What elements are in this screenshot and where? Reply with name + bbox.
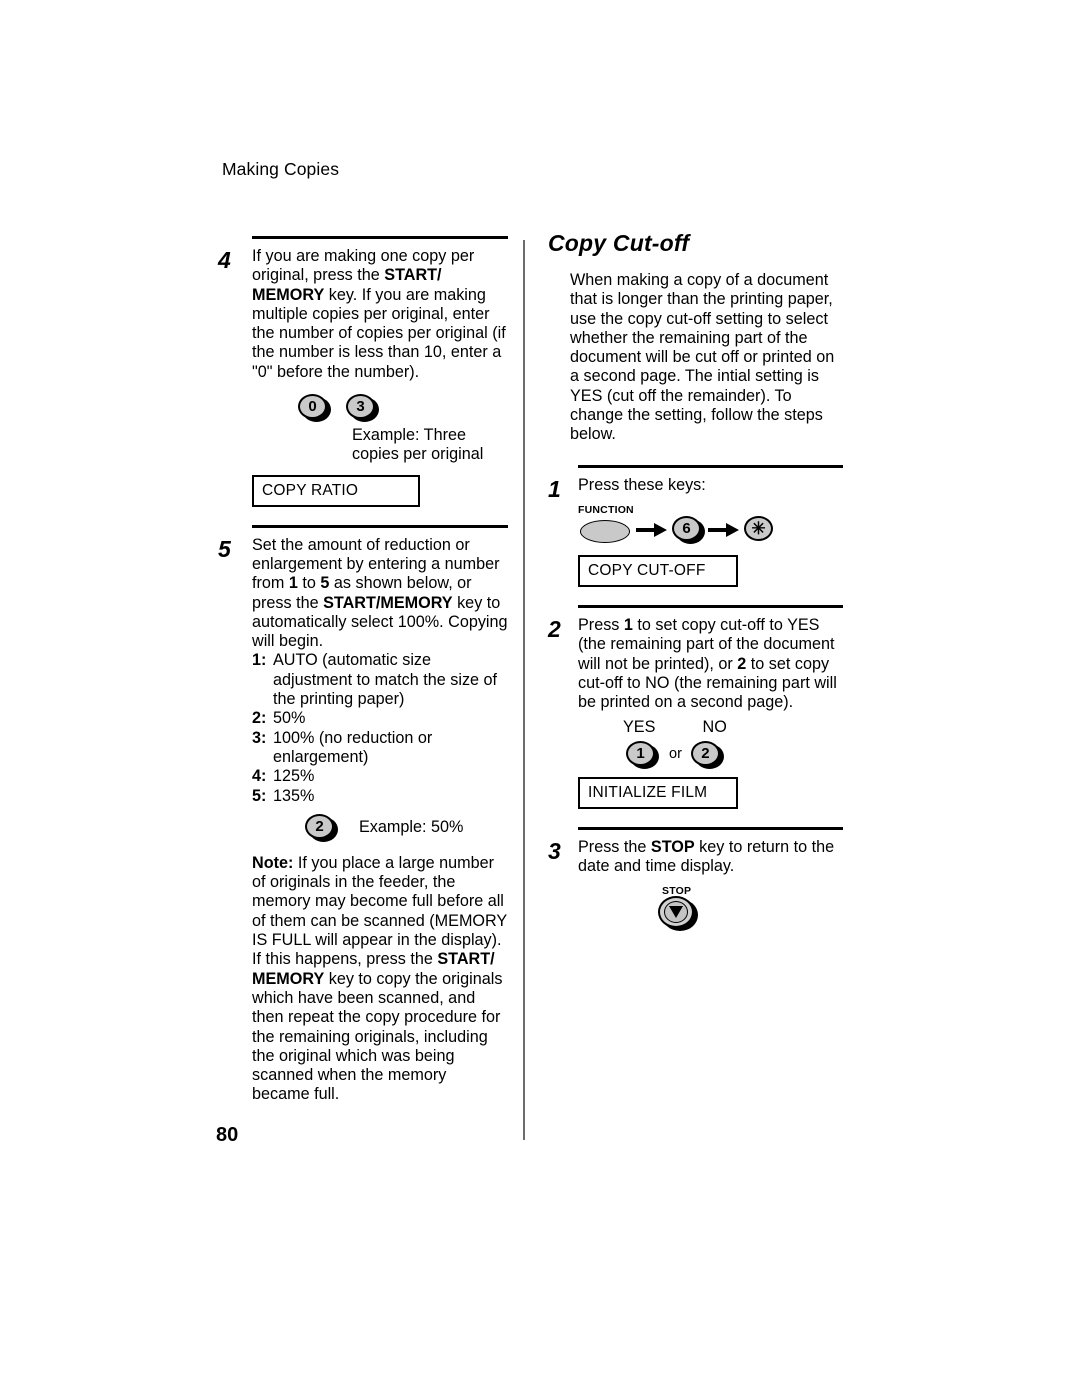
ratio-option-4-label: 4: (252, 767, 267, 786)
or-label: or (669, 746, 682, 763)
step5-rule (252, 524, 508, 528)
step-5-text: Set the amount of reduction or enlargeme… (252, 536, 508, 652)
step-5-example-row: 2 Example: 50% (305, 813, 508, 842)
step2-rule (578, 604, 843, 608)
arrow-right-icon-2 (706, 522, 744, 538)
ratio-option-1-text: AUTO (automatic size adjustment to match… (273, 651, 498, 709)
stop-triangle-icon (669, 906, 683, 919)
step-1-text: Press these keys: (578, 475, 706, 494)
step-2: 2 Press 1 to set copy cut-off to YES (th… (548, 616, 843, 809)
page-number: 80 (216, 1124, 239, 1146)
ratio-option-5: 5: 135% (252, 787, 508, 806)
function-key-oval (580, 519, 630, 543)
key-3[interactable]: 3 (346, 394, 380, 423)
no-label: NO (702, 718, 727, 737)
step-5-example-caption: Example: 50% (359, 818, 464, 837)
ratio-option-3: 3: 100% (no reduction or enlargement) (252, 729, 508, 768)
step-3-text-part1: Press the (578, 837, 651, 856)
step-2-body: Press 1 to set copy cut-off to YES (the … (578, 616, 843, 809)
yes-no-key-row: 1 or 2 (626, 740, 843, 769)
step-4-number: 4 (218, 247, 231, 273)
step-2-bold-2: 2 (737, 654, 747, 673)
key-0-label: 0 (298, 394, 327, 420)
step1-rule (578, 464, 843, 468)
ratio-option-4: 4: 125% (252, 767, 508, 786)
left-column: 4 If you are making one copy per origina… (218, 236, 508, 1105)
key-2-no[interactable]: 2 (690, 740, 725, 769)
step-3-body: Press the STOP key to return to the date… (578, 838, 843, 933)
step-4-example-line1: Example: Three (352, 426, 466, 445)
step-5: 5 Set the amount of reduction or enlarge… (218, 536, 508, 1105)
step-2-text-part1: Press (578, 615, 624, 634)
ratio-option-5-text: 135% (273, 786, 315, 805)
stop-key[interactable]: STOP (656, 882, 704, 932)
function-key-label: FUNCTION (578, 503, 634, 516)
step-1-number: 1 (548, 475, 561, 502)
ratio-option-1: 1: AUTO (automatic size adjustment to mat… (252, 651, 508, 709)
step-4: 4 If you are making one copy per origina… (218, 247, 508, 507)
step-4-text: If you are making one copy per original,… (252, 247, 508, 382)
key-6-label: 6 (672, 515, 701, 541)
ratio-option-2: 2: 50% (252, 709, 508, 728)
key-2-example-label: 2 (305, 813, 334, 839)
ratio-option-1-label: 1: (252, 651, 267, 670)
step-3-text: Press the STOP key to return to the date… (578, 838, 843, 877)
yes-label: YES (623, 718, 656, 737)
step-3: 3 Press the STOP key to return to the da… (548, 838, 843, 933)
key-3-label: 3 (346, 394, 375, 420)
key-1-yes[interactable]: 1 (626, 740, 660, 769)
step-5-note: Note: If you place a large number of ori… (252, 854, 508, 1105)
step-4-example-caption: Example: Three copies per original (352, 426, 508, 465)
step-3-number: 3 (548, 837, 561, 864)
ratio-option-2-text: 50% (273, 709, 306, 728)
yes-no-labels: YES NO (623, 718, 843, 737)
function-key[interactable]: FUNCTION (578, 504, 634, 545)
step-2-bold-1: 1 (623, 615, 633, 634)
step-3-bold-stop: STOP (650, 837, 695, 856)
arrow-right-icon-1 (634, 522, 672, 538)
step-5-bold-start-memory: START/MEMORY (323, 593, 453, 612)
step-5-body: Set the amount of reduction or enlargeme… (252, 536, 508, 1105)
ratio-option-2-label: 2: (252, 709, 267, 728)
section-intro-text: When making a copy of a document that is… (570, 271, 835, 444)
step-1-body: Press these keys: FUNCTION 6 ✳ COPY CUT-… (578, 476, 843, 587)
asterisk-icon: ✳ (744, 515, 773, 541)
step-4-key-graphics: 0 3 (298, 394, 508, 423)
key-2-no-label: 2 (690, 740, 720, 766)
step4-rule (252, 236, 508, 239)
right-column: Copy Cut-off When making a copy of a doc… (548, 230, 843, 932)
step-4-example-line2: copies per original (352, 445, 484, 464)
ratio-option-3-text: 100% (no reduction or enlargement) (273, 728, 433, 766)
ratio-option-3-label: 3: (252, 728, 267, 747)
key-1-yes-label: 1 (626, 740, 655, 766)
key-2-example[interactable]: 2 (305, 813, 339, 842)
step-2-number: 2 (548, 615, 561, 642)
lcd-display-copy-ratio: COPY RATIO (252, 474, 420, 507)
step-5-number: 5 (218, 535, 231, 562)
note-part2: key to copy the originals which have bee… (252, 969, 503, 1104)
step-2-text: Press 1 to set copy cut-off to YES (the … (578, 616, 843, 712)
column-divider (523, 240, 525, 1140)
lcd-display-initialize-film: INITIALIZE FILM (578, 776, 738, 809)
lcd-display-copy-cut-off: COPY CUT-OFF (578, 554, 738, 587)
section-title: Copy Cut-off (548, 230, 690, 256)
manual-page: Making Copies 4 If you are making one co… (0, 0, 1080, 1397)
key-6[interactable]: 6 (672, 515, 706, 544)
step-4-body: If you are making one copy per original,… (252, 247, 508, 507)
step-1-key-sequence: FUNCTION 6 ✳ (578, 504, 843, 545)
step-5-text-mid1: to (297, 574, 321, 593)
step3-rule (578, 826, 843, 830)
ratio-option-5-label: 5: (252, 786, 267, 805)
ratio-options-list: 1: AUTO (automatic size adjustment to mat… (252, 651, 508, 805)
step-1: 1 Press these keys: FUNCTION 6 ✳ COPY CU… (548, 476, 843, 587)
ratio-option-4-text: 125% (273, 767, 315, 786)
step-5-bold-1: 1 (288, 574, 298, 593)
note-label: Note: (252, 853, 294, 872)
key-0[interactable]: 0 (298, 394, 332, 423)
running-header: Making Copies (222, 159, 340, 179)
section-intro: When making a copy of a document that is… (570, 271, 843, 445)
key-asterisk[interactable]: ✳ (744, 515, 778, 544)
